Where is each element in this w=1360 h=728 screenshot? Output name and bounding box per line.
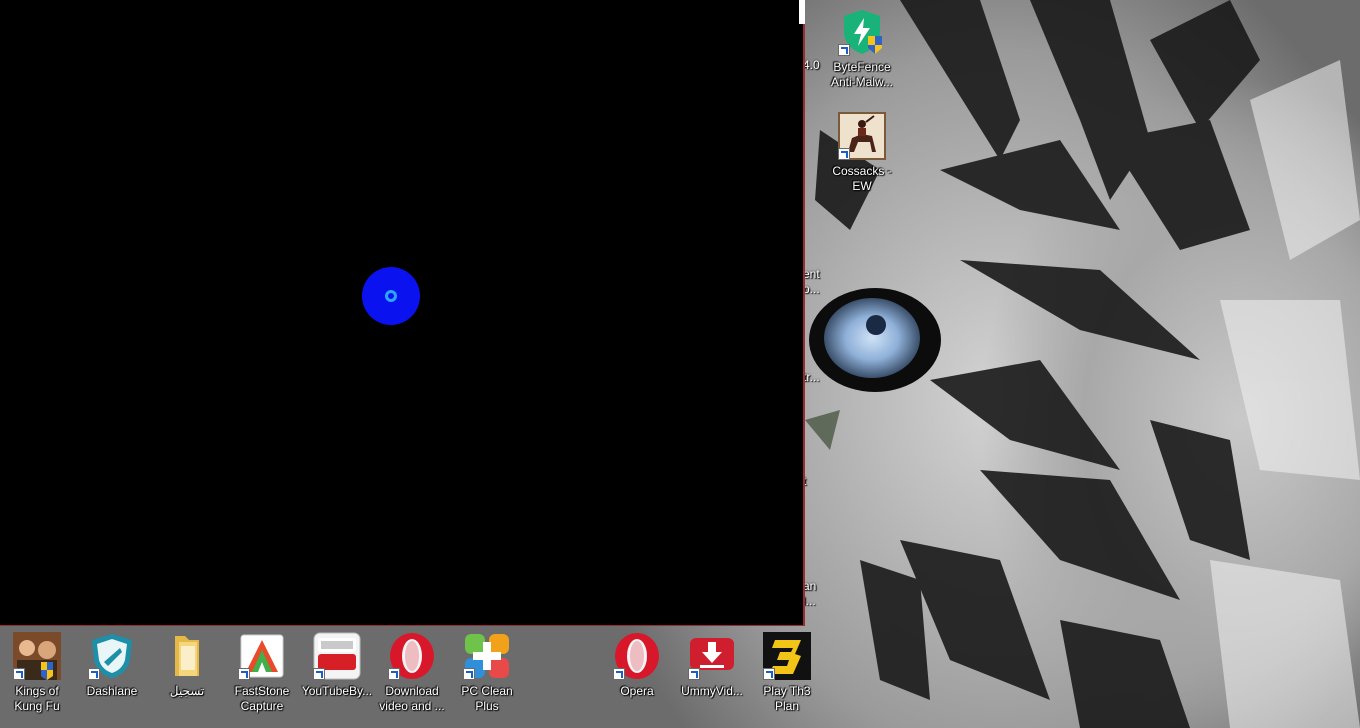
desktop-icon-tasjeel-folder[interactable]: تسجيل [151,632,223,699]
desktop-icon-ummyvideo[interactable]: UmmyVid... [676,632,748,699]
shield-lightning-icon [838,8,886,56]
desktop-icon-label: تسجيل [169,684,205,698]
shortcut-arrow-icon [238,668,250,680]
game-portrait-icon [13,632,61,680]
desktop-icon-label: PC Clean Plus [461,684,513,713]
hidden-icon-label: an [803,579,817,593]
desktop-icon-play-th3-plan[interactable]: Play Th3 Plan [751,632,823,714]
shortcut-arrow-icon [88,668,100,680]
window-edge [799,0,805,24]
number-three-icon [763,632,811,680]
shortcut-arrow-icon [313,668,325,680]
opera-icon [613,632,661,680]
spinner-ring-icon [385,290,397,302]
hidden-icon-label: ent [803,267,820,281]
desktop-icon-label: Kings of Kung Fu [14,684,60,713]
app-window[interactable] [0,0,805,626]
desktop-icon-label: UmmyVid... [681,684,743,698]
horse-rider-icon [838,112,886,160]
shortcut-arrow-icon [463,668,475,680]
desktop-icon-dashlane[interactable]: Dashlane [76,632,148,699]
desktop-icon-label: ByteFence Anti-Malw... [830,60,893,89]
shortcut-arrow-icon [688,668,700,680]
download-arrow-icon [688,632,736,680]
desktop-icon-label: Cossacks - EW [832,164,892,193]
desktop-icon-label: YouTubeBy... [301,684,373,698]
pc-clean-icon [463,632,511,680]
desktop-icon-bytefence[interactable]: ByteFence Anti-Malw... [826,8,898,90]
shortcut-arrow-icon [838,44,850,56]
desktop-icon-label: Dashlane [86,684,138,698]
desktop-icon-youtubebyclick[interactable]: YouTubeBy... [301,632,373,699]
desktop-icon-download-video[interactable]: Download video and ... [376,632,448,714]
desktop-icon-faststone-capture[interactable]: FastStone Capture [226,632,298,714]
hidden-icon-label: 4.0 [803,58,820,72]
desktop-icon-label: Play Th3 Plan [763,684,811,713]
shortcut-arrow-icon [838,148,850,160]
opera-icon [388,632,436,680]
hidden-icon-label: o... [803,282,820,296]
shortcut-arrow-icon [13,668,25,680]
desktop-icon-kings-of-kung-fu[interactable]: Kings of Kung Fu [1,632,73,714]
folder-icon [163,632,211,680]
desktop-icon-label: FastStone Capture [234,684,290,713]
faststone-icon [238,632,286,680]
shortcut-arrow-icon [388,668,400,680]
desktop-icon-pc-clean-plus[interactable]: PC Clean Plus [451,632,523,714]
shortcut-arrow-icon [763,668,775,680]
dashlane-shield-icon [88,632,136,680]
loading-spinner [362,267,420,325]
shortcut-arrow-icon [613,668,625,680]
hidden-icon-label: tr... [803,370,820,384]
desktop-icon-label: Opera [620,684,654,698]
desktop-icon-cossacks[interactable]: Cossacks - EW [826,112,898,194]
desktop-icon-opera[interactable]: Opera [601,632,673,699]
youtube-byclick-icon [313,632,361,680]
desktop-icon-label: Download video and ... [379,684,445,713]
